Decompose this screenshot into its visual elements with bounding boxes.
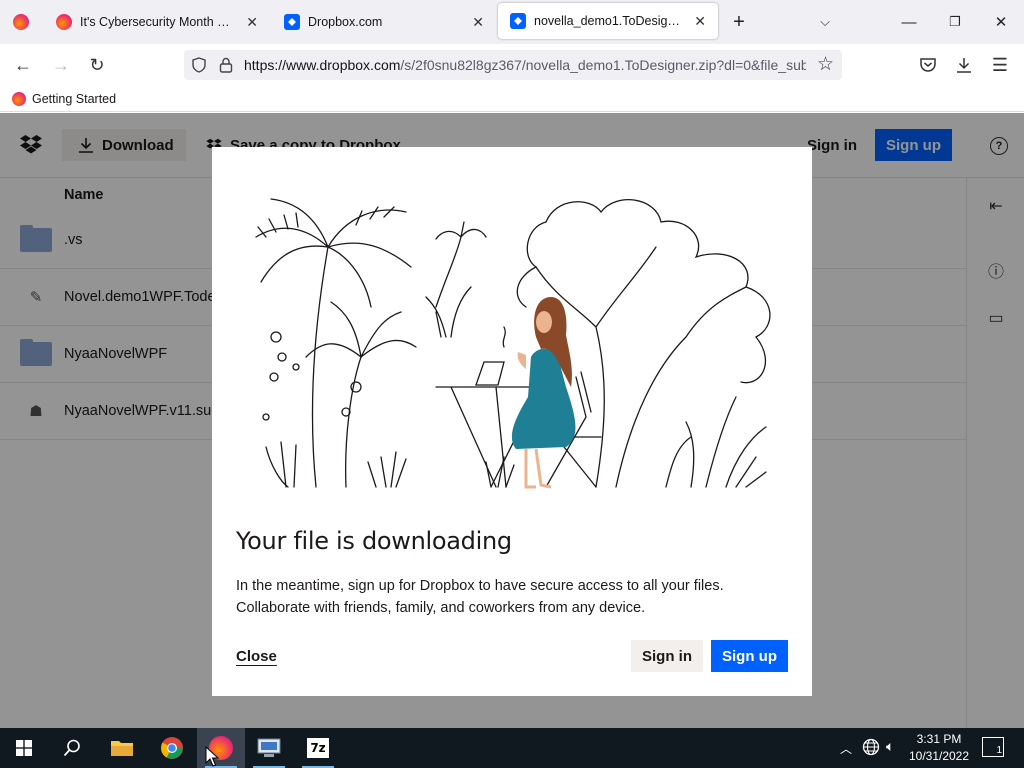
dropbox-icon <box>510 13 526 29</box>
modal-body-line-2: Collaborate with friends, family, and co… <box>236 600 646 616</box>
close-tab-icon[interactable]: ✕ <box>694 13 706 30</box>
browser-tab-strip: It's Cybersecurity Month — tim ✕ Dropbox… <box>0 0 1024 44</box>
windows-taskbar: 7z ︿ 🔈︎ 3:31 PM 10/31/2022 1 <box>0 728 1024 768</box>
firefox-icon <box>56 14 72 30</box>
close-button[interactable]: Close <box>236 648 277 665</box>
volume-icon[interactable]: 🔈︎ <box>886 738 894 755</box>
modal-body: In the meantime, sign up for Dropbox to … <box>236 575 776 619</box>
bookmark-star-icon[interactable]: ☆ <box>817 53 834 76</box>
modal-sign-up-button[interactable]: Sign up <box>711 640 788 672</box>
firefox-icon <box>13 14 29 30</box>
clock-time: 3:31 PM <box>916 732 962 746</box>
notifications-icon[interactable]: 1 <box>982 737 1004 757</box>
close-tab-icon[interactable]: ✕ <box>246 14 258 31</box>
taskbar-firefox[interactable] <box>197 728 245 768</box>
clock-date: 10/31/2022 <box>908 749 970 763</box>
search-icon <box>63 739 80 757</box>
url-text: https://www.dropbox.com/s/2f0snu82l8gz36… <box>244 57 806 73</box>
system-clock[interactable]: 3:31 PM 10/31/2022 <box>904 731 974 765</box>
remote-desktop-icon <box>257 738 281 757</box>
download-modal: Your file is downloading In the meantime… <box>212 147 812 696</box>
tracking-shield-icon[interactable] <box>191 57 207 73</box>
tab-title: It's Cybersecurity Month — tim <box>80 15 239 29</box>
url-bar[interactable]: https://www.dropbox.com/s/2f0snu82l8gz36… <box>184 50 842 80</box>
reload-icon[interactable]: ↻ <box>84 52 110 78</box>
pocket-icon[interactable] <box>919 56 937 74</box>
mouse-cursor-icon <box>205 746 219 767</box>
tab-cybersecurity[interactable]: It's Cybersecurity Month — tim ✕ <box>44 0 270 44</box>
modal-body-line-1: In the meantime, sign up for Dropbox to … <box>236 578 724 594</box>
bookmark-getting-started[interactable]: Getting Started <box>32 92 116 106</box>
restore-icon[interactable]: ❐ <box>932 0 978 44</box>
taskbar-file-explorer[interactable] <box>98 728 146 768</box>
tab-title: Dropbox.com <box>308 15 383 29</box>
tab-novella-zip[interactable]: novella_demo1.ToDesigner.zip ✕ <box>498 3 718 39</box>
network-icon[interactable] <box>862 738 880 756</box>
taskbar-chrome[interactable] <box>148 728 196 768</box>
tab-firefox-view[interactable] <box>0 0 42 44</box>
downloads-icon[interactable] <box>955 56 973 74</box>
start-button[interactable] <box>0 728 48 768</box>
minimize-icon[interactable]: — <box>886 0 932 44</box>
taskbar-remote-desktop[interactable] <box>245 728 293 768</box>
tab-title: novella_demo1.ToDesigner.zip <box>534 14 686 28</box>
firefox-icon <box>12 91 26 106</box>
modal-title: Your file is downloading <box>236 527 512 555</box>
file-explorer-icon <box>111 741 133 756</box>
modal-sign-in-button[interactable]: Sign in <box>631 640 703 672</box>
close-tab-icon[interactable]: ✕ <box>472 14 484 31</box>
illustration-woman-at-table <box>255 198 771 489</box>
dropbox-icon <box>284 14 300 30</box>
forward-icon[interactable]: → <box>48 52 74 78</box>
menu-icon[interactable]: ☰ <box>987 52 1013 78</box>
list-all-tabs-icon[interactable]: ⌵ <box>802 0 848 44</box>
taskbar-7zip[interactable]: 7z <box>294 728 342 768</box>
show-hidden-icons-icon[interactable]: ︿ <box>840 740 852 757</box>
7zip-icon: 7z <box>307 738 329 758</box>
dropbox-page: Download Save a copy to Dropbox Sign in … <box>0 113 1024 728</box>
navigation-bar: ← → ↻ https://www.dropbox.com/s/2f0snu82… <box>0 44 1024 86</box>
close-window-icon[interactable]: ✕ <box>978 0 1024 44</box>
chrome-icon <box>161 737 183 759</box>
lock-icon[interactable] <box>219 57 233 73</box>
new-tab-icon[interactable]: + <box>716 0 762 44</box>
windows-logo-icon <box>16 740 32 756</box>
back-icon[interactable]: ← <box>10 52 36 78</box>
bookmarks-toolbar: Getting Started <box>0 86 1024 112</box>
notification-count: 1 <box>996 745 1002 756</box>
search-button[interactable] <box>48 728 96 768</box>
tab-dropbox[interactable]: Dropbox.com ✕ <box>272 0 496 44</box>
